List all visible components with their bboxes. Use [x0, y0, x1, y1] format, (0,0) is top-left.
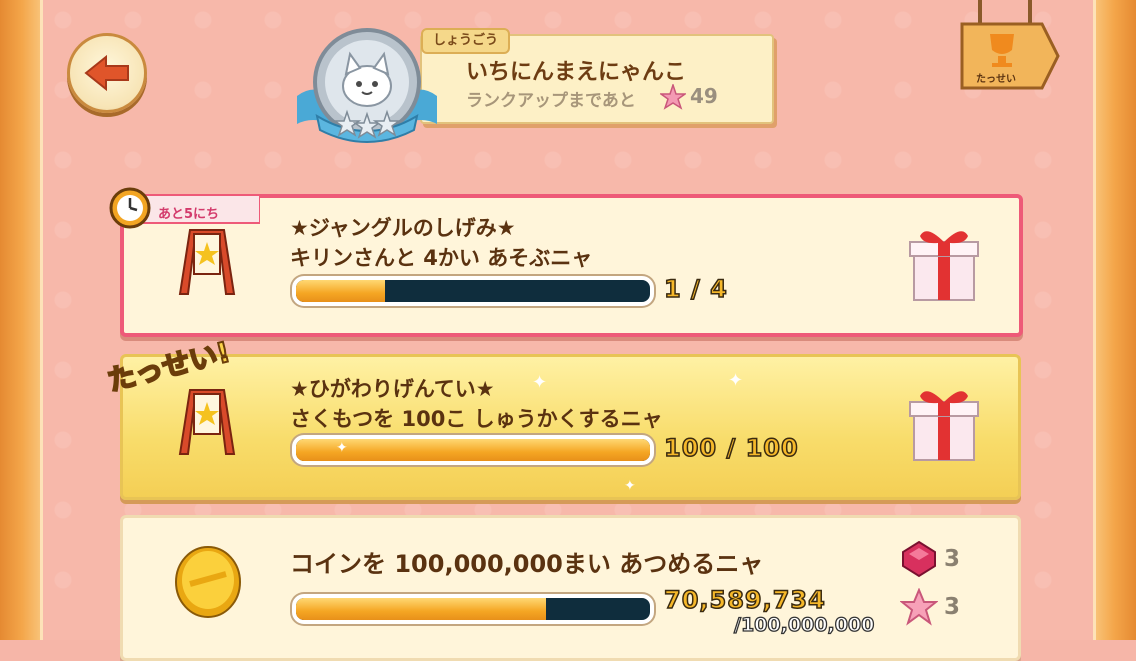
back-button[interactable]	[67, 33, 147, 113]
signboard-icon	[178, 229, 236, 295]
star-icon	[900, 588, 938, 626]
gem-icon	[902, 540, 936, 578]
sparkle-icon: ✦	[336, 440, 348, 456]
right-frame	[1093, 0, 1136, 640]
mission-description: さくもつを 100こ しゅうかくするニャ	[290, 407, 663, 431]
gift-box-icon[interactable]	[906, 222, 982, 304]
progress-count: 1 / 4	[663, 274, 728, 304]
page-title: いちにんまえにゃんこ	[466, 60, 687, 85]
progress-target: /100,000,000	[733, 613, 875, 636]
achievements-label: たっせい	[976, 74, 1016, 85]
rank-up-label: ランクアップまであと	[466, 91, 636, 111]
progress-fill	[296, 280, 385, 302]
gift-box-icon[interactable]	[906, 382, 982, 464]
sparkle-icon: ✦	[728, 370, 744, 391]
rank-up-remaining: 49	[690, 84, 718, 108]
mission-card[interactable]	[120, 515, 1021, 661]
mission-title: ★ジャングルのしげみ★	[290, 216, 516, 240]
progress-fill	[296, 598, 546, 620]
sparkle-icon: ✦	[532, 372, 548, 393]
progress-count: 100 / 100	[663, 433, 799, 463]
mission-title: コインを 100,000,000まい あつめるニャ	[290, 550, 764, 578]
signboard-icon	[178, 389, 236, 455]
sparkle-icon: ✦	[624, 478, 636, 494]
rank-medal-icon	[297, 28, 437, 143]
mission-title: ★ひがわりげんてい★	[290, 377, 495, 401]
progress-bar	[292, 594, 654, 624]
pink-star-icon	[660, 84, 686, 110]
deadline-label: あと5にち	[158, 207, 220, 222]
reward-amount: 3	[944, 546, 961, 572]
left-frame	[0, 0, 43, 640]
progress-current: 70,589,734	[663, 585, 826, 615]
mission-description: キリンさんと 4かい あそぶニャ	[290, 246, 593, 270]
progress-bar	[292, 276, 654, 306]
progress-fill	[296, 439, 650, 461]
coin-icon	[175, 546, 241, 618]
back-arrow-icon	[84, 54, 129, 92]
clock-icon	[109, 187, 151, 229]
achievements-button[interactable]: たっせい	[960, 0, 1060, 92]
reward-amount: 3	[944, 594, 961, 620]
